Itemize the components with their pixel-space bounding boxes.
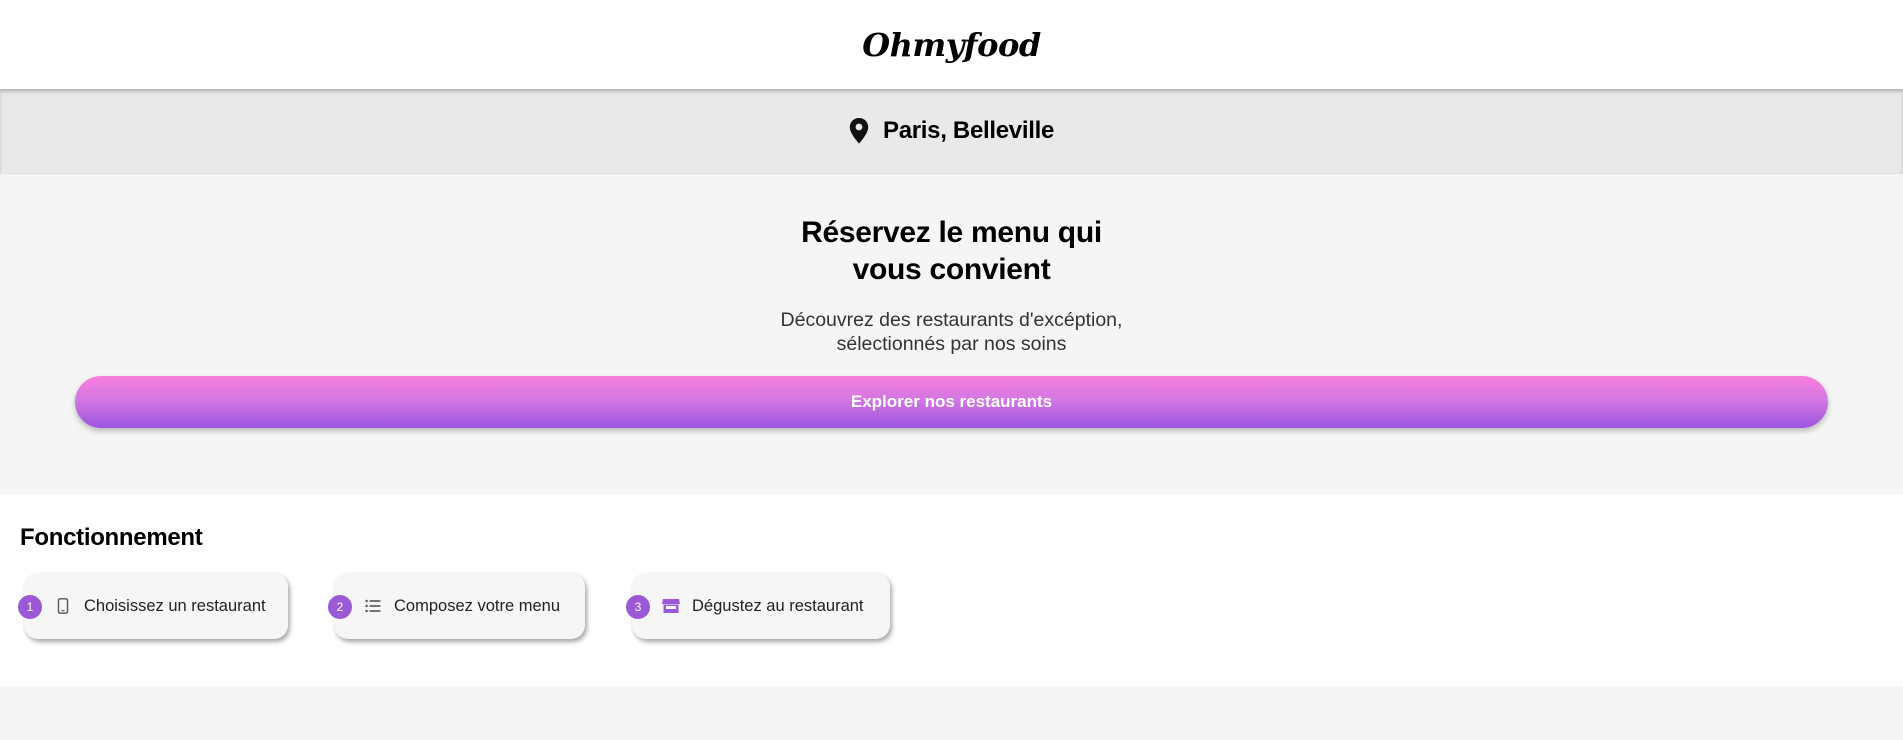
step-label: Choisissez un restaurant <box>84 596 266 615</box>
mobile-phone-icon <box>54 597 72 615</box>
how-it-works-title: Fonctionnement <box>20 524 203 551</box>
store-icon <box>662 597 680 615</box>
step-card-1: 1 Choisissez un restaurant <box>18 573 288 639</box>
map-pin-icon <box>849 118 869 144</box>
step-number-badge: 3 <box>626 595 650 619</box>
hero-title-line-2: vous convient <box>852 253 1051 286</box>
explore-restaurants-button[interactable]: Explorer nos restaurants <box>75 376 1828 428</box>
step-card-3: 3 Dégustez au restaurant <box>626 573 890 639</box>
step-number-badge: 2 <box>328 595 352 619</box>
hero-subtitle-line-2: sélectionnés par nos soins <box>836 333 1067 355</box>
hero-section: Réservez le menu qui vous convient Décou… <box>0 174 1903 494</box>
site-header: Ohmyfood <box>0 0 1903 89</box>
hero-subtitle: Découvrez des restaurants d'excéption, s… <box>0 308 1903 356</box>
hero-title-line-1: Réservez le menu qui <box>801 216 1102 249</box>
hero-title: Réservez le menu qui vous convient <box>0 214 1903 288</box>
logo[interactable]: Ohmyfood <box>862 26 1041 64</box>
step-card-2: 2 Composez votre menu <box>328 573 585 639</box>
list-icon <box>364 597 382 615</box>
step-label: Dégustez au restaurant <box>692 596 864 615</box>
location-bar: Paris, Belleville <box>0 89 1903 174</box>
location-text: Paris, Belleville <box>882 117 1054 144</box>
footer-band <box>0 686 1903 740</box>
step-number-badge: 1 <box>18 595 42 619</box>
step-label: Composez votre menu <box>394 596 560 615</box>
how-it-works-section: Fonctionnement 1 Choisissez un restauran… <box>0 494 1903 686</box>
hero-subtitle-line-1: Découvrez des restaurants d'excéption, <box>780 309 1123 331</box>
